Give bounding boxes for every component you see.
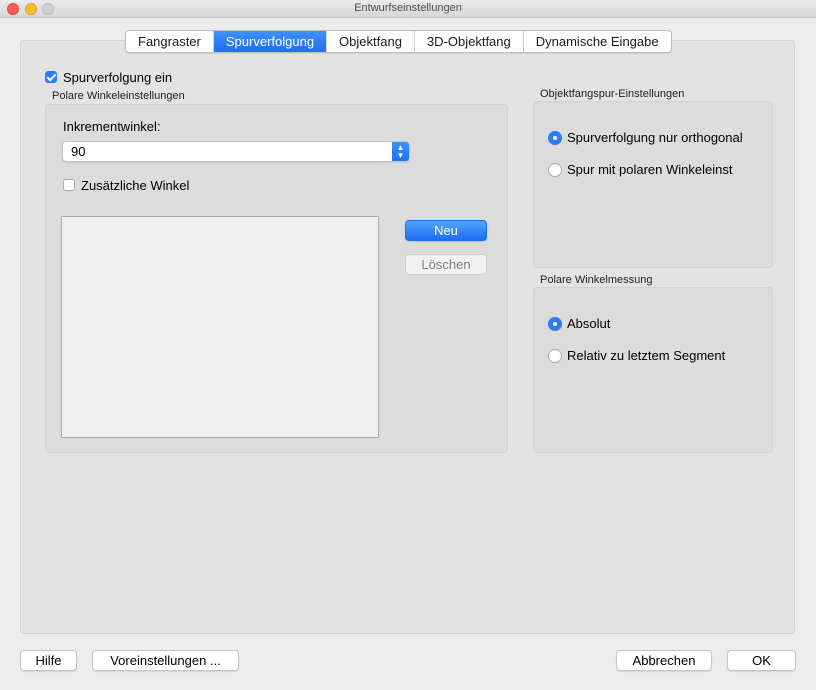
polar-tracking-label[interactable]: Spur mit polaren Winkeleinst: [567, 162, 732, 177]
tab-objektfang[interactable]: Objektfang: [327, 31, 415, 52]
additional-angles-checkbox[interactable]: [63, 179, 75, 191]
relative-radio[interactable]: [548, 349, 562, 363]
absolute-radio[interactable]: [548, 317, 562, 331]
ok-button[interactable]: OK: [727, 650, 796, 671]
tab-3d-objektfang[interactable]: 3D-Objektfang: [415, 31, 524, 52]
tracking-enable-checkbox[interactable]: [45, 71, 57, 83]
help-button[interactable]: Hilfe: [20, 650, 77, 671]
delete-angle-button[interactable]: Löschen: [405, 254, 487, 275]
relative-label[interactable]: Relativ zu letztem Segment: [567, 348, 725, 363]
orthogonal-only-radio[interactable]: [548, 131, 562, 145]
tab-spurverfolgung[interactable]: Spurverfolgung: [213, 31, 328, 52]
polar-group-title: Polare Winkeleinstellungen: [52, 90, 185, 102]
window-title: Entwurfseinstellungen: [354, 2, 462, 14]
osnap-tracking-group: [533, 101, 773, 268]
cancel-button[interactable]: Abbrechen: [616, 650, 712, 671]
orthogonal-only-label[interactable]: Spurverfolgung nur orthogonal: [567, 130, 743, 145]
absolute-label[interactable]: Absolut: [567, 316, 610, 331]
increment-angle-value: 90: [71, 144, 86, 159]
select-arrows-icon[interactable]: ▲ ▼: [392, 142, 409, 161]
osnap-tracking-group-title: Objektfangspur-Einstellungen: [540, 88, 685, 100]
polar-measure-group: [533, 287, 773, 453]
polar-measure-group-title: Polare Winkelmessung: [540, 274, 653, 286]
title-bar: Entwurfseinstellungen: [0, 0, 816, 18]
polar-tracking-radio[interactable]: [548, 163, 562, 177]
tab-dynamische-eingabe[interactable]: Dynamische Eingabe: [524, 31, 671, 52]
defaults-button[interactable]: Voreinstellungen ...: [92, 650, 239, 671]
increment-angle-select[interactable]: 90 ▲ ▼: [62, 141, 410, 162]
tracking-enable-label[interactable]: Spurverfolgung ein: [63, 70, 172, 85]
increment-angle-label: Inkrementwinkel:: [63, 119, 161, 134]
tab-bar: Fangraster Spurverfolgung Objektfang 3D-…: [125, 30, 672, 53]
additional-angles-list[interactable]: [61, 216, 379, 438]
new-angle-button[interactable]: Neu: [405, 220, 487, 241]
tab-fangraster[interactable]: Fangraster: [126, 31, 214, 52]
additional-angles-label[interactable]: Zusätzliche Winkel: [81, 178, 189, 193]
